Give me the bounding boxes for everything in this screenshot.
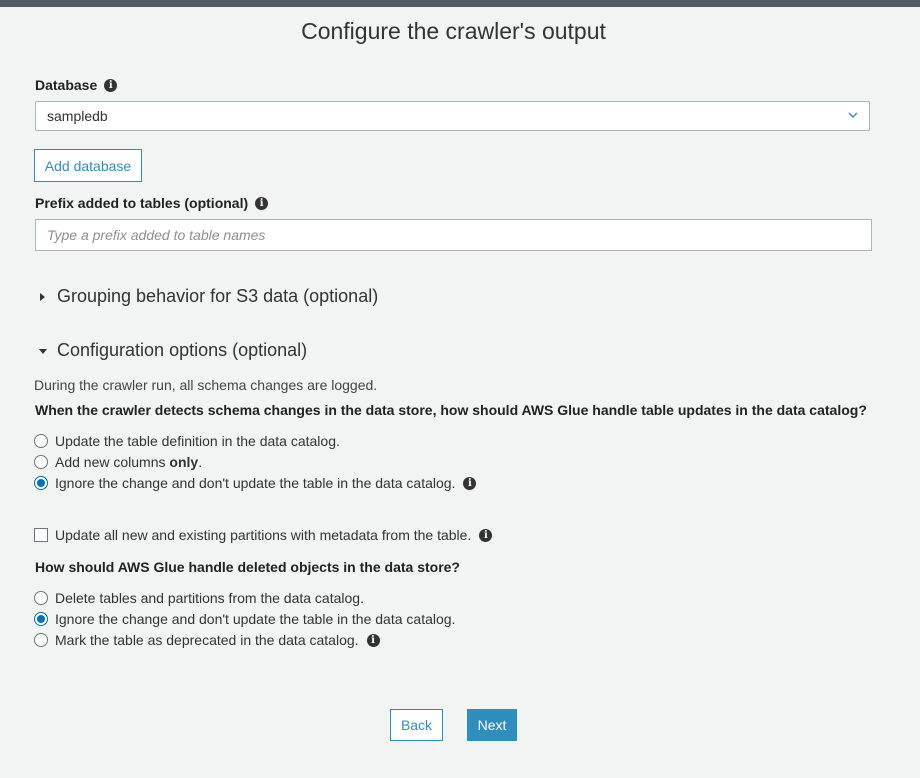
next-button[interactable]: Next: [467, 709, 517, 741]
schema-option-label: Add new columns only.: [55, 454, 203, 470]
partitions-checkbox[interactable]: [34, 528, 48, 542]
prefix-label-row: Prefix added to tables (optional) i: [35, 195, 269, 211]
caret-down-icon: [39, 348, 47, 354]
config-description: During the crawler run, all schema chang…: [34, 377, 378, 393]
database-select[interactable]: sampledb: [35, 101, 870, 131]
page-title: Configure the crawler's output: [301, 18, 606, 44]
schema-option-ignore[interactable]: Ignore the change and don't update the t…: [34, 473, 477, 493]
radio-button[interactable]: [34, 434, 48, 448]
chevron-down-icon: [848, 112, 858, 118]
deleted-option-ignore[interactable]: Ignore the change and don't update the t…: [34, 609, 455, 629]
deleted-question: How should AWS Glue handle deleted objec…: [35, 559, 460, 575]
schema-option-update[interactable]: Update the table definition in the data …: [34, 431, 340, 451]
deleted-option-delete[interactable]: Delete tables and partitions from the da…: [34, 588, 364, 608]
info-icon[interactable]: i: [479, 528, 493, 542]
info-icon[interactable]: i: [255, 196, 269, 210]
top-bar: [0, 0, 920, 7]
radio-button[interactable]: [34, 591, 48, 605]
database-label-row: Database i: [35, 77, 118, 93]
schema-question: When the crawler detects schema changes …: [35, 402, 867, 418]
back-button[interactable]: Back: [390, 709, 443, 741]
config-expander[interactable]: Configuration options (optional): [38, 340, 307, 361]
info-icon[interactable]: i: [463, 476, 477, 490]
database-select-value: sampledb: [47, 108, 108, 124]
grouping-expander[interactable]: Grouping behavior for S3 data (optional): [38, 286, 378, 307]
grouping-expander-label: Grouping behavior for S3 data (optional): [57, 286, 379, 306]
prefix-label: Prefix added to tables (optional): [35, 195, 249, 211]
deleted-option-label: Delete tables and partitions from the da…: [55, 590, 364, 606]
partitions-checkbox-row[interactable]: Update all new and existing partitions w…: [34, 525, 493, 545]
add-database-button[interactable]: Add database: [34, 149, 142, 182]
partitions-checkbox-label: Update all new and existing partitions w…: [55, 527, 472, 543]
info-icon[interactable]: i: [104, 78, 118, 92]
radio-button-checked[interactable]: [34, 612, 48, 626]
schema-option-add-columns[interactable]: Add new columns only.: [34, 452, 202, 472]
deleted-option-label: Ignore the change and don't update the t…: [55, 611, 456, 627]
deleted-option-label: Mark the table as deprecated in the data…: [55, 632, 359, 648]
config-expander-label: Configuration options (optional): [57, 340, 308, 360]
database-label: Database: [35, 77, 98, 93]
deleted-option-deprecate[interactable]: Mark the table as deprecated in the data…: [34, 630, 380, 650]
caret-right-icon: [40, 292, 45, 301]
schema-option-label: Update the table definition in the data …: [55, 433, 340, 449]
info-icon[interactable]: i: [366, 633, 380, 647]
radio-button[interactable]: [34, 633, 48, 647]
radio-button[interactable]: [34, 455, 48, 469]
schema-option-label: Ignore the change and don't update the t…: [55, 475, 456, 491]
radio-button-checked[interactable]: [34, 476, 48, 490]
prefix-input[interactable]: [35, 219, 872, 251]
